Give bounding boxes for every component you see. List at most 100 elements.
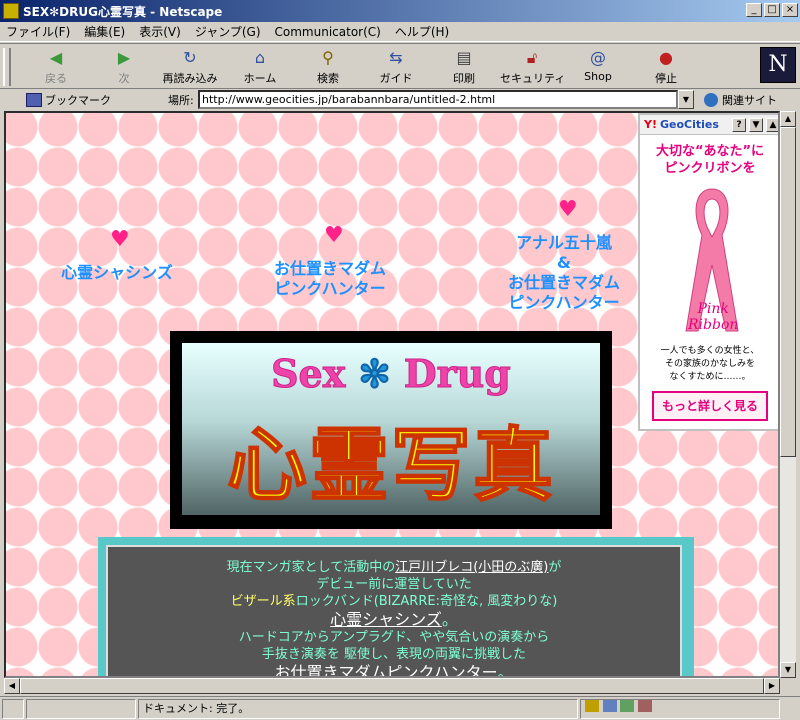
- heart-icon: ♥: [324, 223, 344, 248]
- connection-icon: [2, 698, 24, 719]
- yahoo-logo-icon: Y!: [644, 118, 657, 131]
- shop-label: Shop: [584, 70, 612, 83]
- heart-icon: ♥: [110, 227, 130, 252]
- reload-icon: ↻: [183, 48, 197, 67]
- horizontal-scroll-thumb[interactable]: [20, 678, 764, 694]
- page-content: ♥ 心霊シャシンズ ♥ お仕置きマダム ピンクハンター ♥ アナル五十嵐 & お…: [4, 111, 780, 678]
- toolbar-grip[interactable]: [3, 48, 11, 86]
- horizontal-scrollbar[interactable]: ◀ ▶: [4, 678, 780, 694]
- bookmarks-button[interactable]: ブックマーク: [26, 92, 111, 108]
- search-button[interactable]: ⚲ 検索: [296, 48, 360, 88]
- ad-headline-line: ピンクリボンを: [664, 161, 756, 176]
- guide-icon: ⇆: [389, 48, 403, 67]
- menu-bar: ファイル(F) 編集(E) 表示(V) ジャンプ(G) Communicator…: [0, 22, 800, 42]
- related-sites-button[interactable]: 関連サイト: [704, 92, 777, 108]
- location-dropdown-button[interactable]: ▼: [678, 90, 694, 109]
- intro-text-line: ロックバンド(BIZARRE:奇怪な, 風変わりな): [295, 594, 558, 609]
- scroll-left-button[interactable]: ◀: [4, 678, 20, 694]
- guide-label: ガイド: [379, 72, 413, 85]
- scroll-right-button[interactable]: ▶: [764, 678, 780, 694]
- menu-file[interactable]: ファイル(F): [6, 23, 70, 40]
- intro-text-line: ハードコアからアンプラグド、やや気合いの演奏から: [238, 630, 550, 645]
- ad-headline-line: 大切な“あなた”に: [655, 144, 765, 159]
- banner-subtitle-left: Sex: [271, 351, 346, 397]
- link-shinrei-shashinzu-inline[interactable]: 心霊シャシンズ: [330, 610, 442, 629]
- ad-desc-line: その家族のかなしみを: [664, 359, 755, 369]
- banner-star-icon: ✻: [358, 351, 391, 397]
- search-icon: ⚲: [322, 48, 334, 67]
- navigation-toolbar: ◀ 戻る ▶ 次 ↻ 再読み込み ⌂ ホーム ⚲ 検索 ⇆ ガイド ▤ 印刷 🔓…: [0, 43, 800, 89]
- menu-view[interactable]: 表示(V): [139, 23, 181, 40]
- component-bar: [580, 698, 780, 719]
- netscape-logo[interactable]: N: [760, 47, 796, 83]
- status-bar: ドキュメント: 完了。: [0, 696, 800, 720]
- link-line: ピンクハンター: [274, 279, 386, 298]
- title-banner: Sex ✻ Drug 心霊写真: [170, 331, 612, 529]
- ad-collapse-button[interactable]: ▼: [749, 117, 763, 132]
- menu-go[interactable]: ジャンプ(G): [195, 23, 261, 40]
- ad-headline[interactable]: 大切な“あなた”に ピンクリボンを: [640, 143, 778, 177]
- menu-communicator[interactable]: Communicator(C): [275, 25, 381, 39]
- search-label: 検索: [317, 72, 339, 85]
- navigator-icon[interactable]: [585, 699, 599, 712]
- scroll-down-button[interactable]: ▼: [780, 662, 796, 678]
- ad-more-button[interactable]: もっと詳しく見る: [652, 391, 768, 421]
- lock-icon: 🔓︎: [526, 48, 538, 67]
- security-button[interactable]: 🔓︎ セキュリティ: [500, 48, 566, 88]
- vertical-scroll-thumb[interactable]: [780, 127, 796, 457]
- ad-pink-line: Ribbon: [688, 317, 739, 333]
- banner-subtitle-right: Drug: [403, 351, 511, 397]
- security-label: セキュリティ: [500, 72, 566, 85]
- stop-button[interactable]: ● 停止: [634, 48, 698, 88]
- location-url-field[interactable]: http://www.geocities.jp/barabannbara/unt…: [198, 90, 678, 109]
- link-shinrei-shashinzu[interactable]: 心霊シャシンズ: [52, 263, 182, 283]
- ad-scroll-up-button[interactable]: ▲: [766, 117, 778, 132]
- link-line: 心霊シャシンズ: [61, 263, 173, 282]
- close-button[interactable]: ×: [782, 3, 798, 17]
- vertical-scrollbar[interactable]: ▲ ▼: [780, 111, 796, 678]
- shop-button[interactable]: @ Shop: [566, 48, 630, 88]
- heart-icon: ♥: [558, 197, 578, 222]
- link-pink-hunter[interactable]: お仕置きマダム ピンクハンター: [260, 259, 400, 299]
- discussion-icon[interactable]: [620, 699, 634, 712]
- print-label: 印刷: [453, 72, 475, 85]
- scroll-up-button[interactable]: ▲: [780, 111, 796, 127]
- ad-description: 一人でも多くの女性と、 その家族のかなしみを なくすために……。: [640, 345, 778, 384]
- forward-button[interactable]: ▶ 次: [92, 48, 156, 88]
- link-line: アナル五十嵐: [516, 233, 612, 252]
- geocities-ad-panel: Y! GeoCities ? ▼ ▲ 大切な“あなた”に ピンクリボンを Pin…: [638, 113, 778, 431]
- print-button[interactable]: ▤ 印刷: [432, 48, 496, 88]
- menu-help[interactable]: ヘルプ(H): [395, 23, 449, 40]
- intro-text-line: ビザール系: [230, 594, 296, 609]
- ad-pink-line: Pink: [697, 301, 729, 317]
- intro-text-line: 。: [497, 663, 514, 678]
- link-pink-hunter-inline[interactable]: お仕置きマダムピンクハンター: [274, 663, 497, 676]
- back-arrow-icon: ◀: [49, 48, 63, 67]
- intro-box: 現在マンガ家として活動中の江戸川ブレコ(小田のぶ廣)が デビュー前に運営していた…: [98, 537, 694, 678]
- browser-window: SEX✻DRUG心霊写真 - Netscape _ □ × ファイル(F) 編集…: [0, 0, 800, 720]
- ad-help-button[interactable]: ?: [732, 117, 746, 132]
- status-text: ドキュメント: 完了。: [138, 698, 578, 719]
- minimize-button[interactable]: _: [746, 3, 762, 17]
- composer-icon[interactable]: [637, 699, 652, 712]
- ad-header: Y! GeoCities ? ▼ ▲: [640, 115, 778, 135]
- home-label: ホーム: [243, 72, 277, 85]
- maximize-button[interactable]: □: [764, 3, 780, 17]
- reload-button[interactable]: ↻ 再読み込み: [158, 48, 222, 88]
- related-sites-label: 関連サイト: [722, 94, 777, 107]
- link-line: &: [557, 253, 571, 272]
- back-button[interactable]: ◀ 戻る: [24, 48, 88, 88]
- link-anal-igarashi-pink-hunter[interactable]: アナル五十嵐 & お仕置きマダム ピンクハンター: [496, 233, 632, 313]
- bookmarks-icon: [26, 93, 42, 107]
- intro-text-line: 現在マンガ家として活動中の: [226, 560, 396, 575]
- forward-label: 次: [118, 72, 130, 85]
- guide-button[interactable]: ⇆ ガイド: [364, 48, 428, 88]
- home-button[interactable]: ⌂ ホーム: [228, 48, 292, 88]
- intro-text-line: が: [548, 560, 562, 575]
- printer-icon: ▤: [456, 48, 472, 67]
- mail-icon[interactable]: [602, 699, 617, 712]
- menu-edit[interactable]: 編集(E): [84, 23, 125, 40]
- intro-text: 現在マンガ家として活動中の江戸川ブレコ(小田のぶ廣)が デビュー前に運営していた…: [106, 545, 682, 678]
- shop-icon: @: [590, 48, 606, 67]
- link-edogawa-breco[interactable]: 江戸川ブレコ(小田のぶ廣): [395, 560, 548, 575]
